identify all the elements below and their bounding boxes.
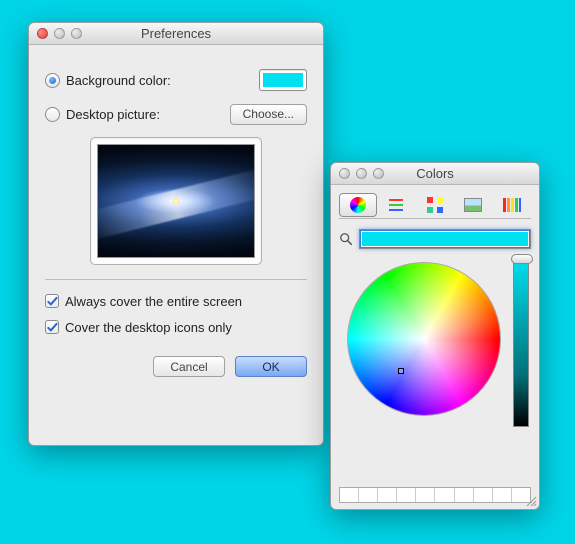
- swatch-cell[interactable]: [435, 488, 454, 502]
- ok-button-label: OK: [262, 360, 279, 374]
- tab-image-palettes[interactable]: [454, 193, 492, 217]
- preferences-titlebar[interactable]: Preferences: [29, 23, 323, 45]
- colors-titlebar[interactable]: Colors: [331, 163, 539, 185]
- cover-desktop-icons-row: Cover the desktop icons only: [45, 314, 307, 340]
- separator: [45, 279, 307, 280]
- swatch-cell[interactable]: [359, 488, 378, 502]
- swatch-strip[interactable]: [339, 487, 531, 503]
- color-swatch: [263, 73, 303, 87]
- window-controls: [331, 168, 384, 179]
- brightness-knob[interactable]: [511, 254, 533, 264]
- color-wheel-icon: [350, 197, 366, 213]
- cover-desktop-icons-label: Cover the desktop icons only: [65, 320, 232, 335]
- choose-button-label: Choose...: [243, 107, 294, 121]
- window-controls: [29, 28, 82, 39]
- zoom-icon[interactable]: [373, 168, 384, 179]
- preferences-body: Background color: Desktop picture: Choos…: [29, 45, 323, 389]
- tab-color-palettes[interactable]: [416, 193, 454, 217]
- cancel-button-label: Cancel: [170, 360, 207, 374]
- current-color-well[interactable]: [359, 229, 531, 249]
- cover-entire-screen-label: Always cover the entire screen: [65, 294, 242, 309]
- background-color-row: Background color:: [45, 63, 307, 97]
- close-icon[interactable]: [339, 168, 350, 179]
- close-icon[interactable]: [37, 28, 48, 39]
- background-color-label: Background color:: [66, 73, 171, 88]
- image-icon: [464, 198, 482, 212]
- desktop-picture-row: Desktop picture: Choose...: [45, 97, 307, 131]
- desktop-picture-thumbnail[interactable]: [97, 144, 255, 258]
- tab-crayons[interactable]: [493, 193, 531, 217]
- zoom-icon[interactable]: [71, 28, 82, 39]
- cancel-button[interactable]: Cancel: [153, 356, 225, 377]
- cover-desktop-icons-checkbox[interactable]: [45, 320, 59, 334]
- tab-color-sliders[interactable]: [377, 193, 415, 217]
- swatch-cell[interactable]: [493, 488, 512, 502]
- swatch-cell[interactable]: [397, 488, 416, 502]
- color-sample-row: [339, 229, 531, 249]
- colors-window: Colors: [330, 162, 540, 510]
- wheel-cursor-icon[interactable]: [398, 368, 404, 374]
- radio-dot-icon: [49, 77, 56, 84]
- cover-entire-screen-row: Always cover the entire screen: [45, 288, 307, 314]
- ok-button[interactable]: OK: [235, 356, 307, 377]
- swatch-cell[interactable]: [474, 488, 493, 502]
- checkmark-icon: [47, 296, 58, 307]
- swatch-cell[interactable]: [340, 488, 359, 502]
- swatch-cell[interactable]: [416, 488, 435, 502]
- preferences-window: Preferences Background color: Desktop pi…: [28, 22, 324, 446]
- colors-body: [331, 185, 539, 509]
- desktop-picture-label: Desktop picture:: [66, 107, 160, 122]
- swatch-cell[interactable]: [378, 488, 397, 502]
- background-color-radio[interactable]: [45, 73, 60, 88]
- swatch-cell[interactable]: [455, 488, 474, 502]
- magnifier-icon[interactable]: [339, 232, 353, 246]
- minimize-icon[interactable]: [54, 28, 65, 39]
- color-picker-tabs: [339, 191, 531, 219]
- brightness-slider[interactable]: [513, 257, 529, 427]
- checkmark-icon: [47, 322, 58, 333]
- dialog-button-row: Cancel OK: [45, 356, 307, 377]
- choose-button[interactable]: Choose...: [230, 104, 307, 125]
- current-color-swatch: [362, 232, 528, 246]
- tab-color-wheel[interactable]: [339, 193, 377, 217]
- palette-icon: [427, 197, 443, 213]
- sliders-icon: [389, 198, 405, 212]
- desktop-picture-radio[interactable]: [45, 107, 60, 122]
- resize-grip-icon[interactable]: [525, 495, 537, 507]
- background-color-well[interactable]: [259, 69, 307, 91]
- cover-entire-screen-checkbox[interactable]: [45, 294, 59, 308]
- wheel-area: [339, 257, 531, 432]
- minimize-icon[interactable]: [356, 168, 367, 179]
- desktop-picture-preview-frame: [90, 137, 262, 265]
- crayons-icon: [503, 198, 521, 212]
- color-wheel[interactable]: [347, 262, 501, 416]
